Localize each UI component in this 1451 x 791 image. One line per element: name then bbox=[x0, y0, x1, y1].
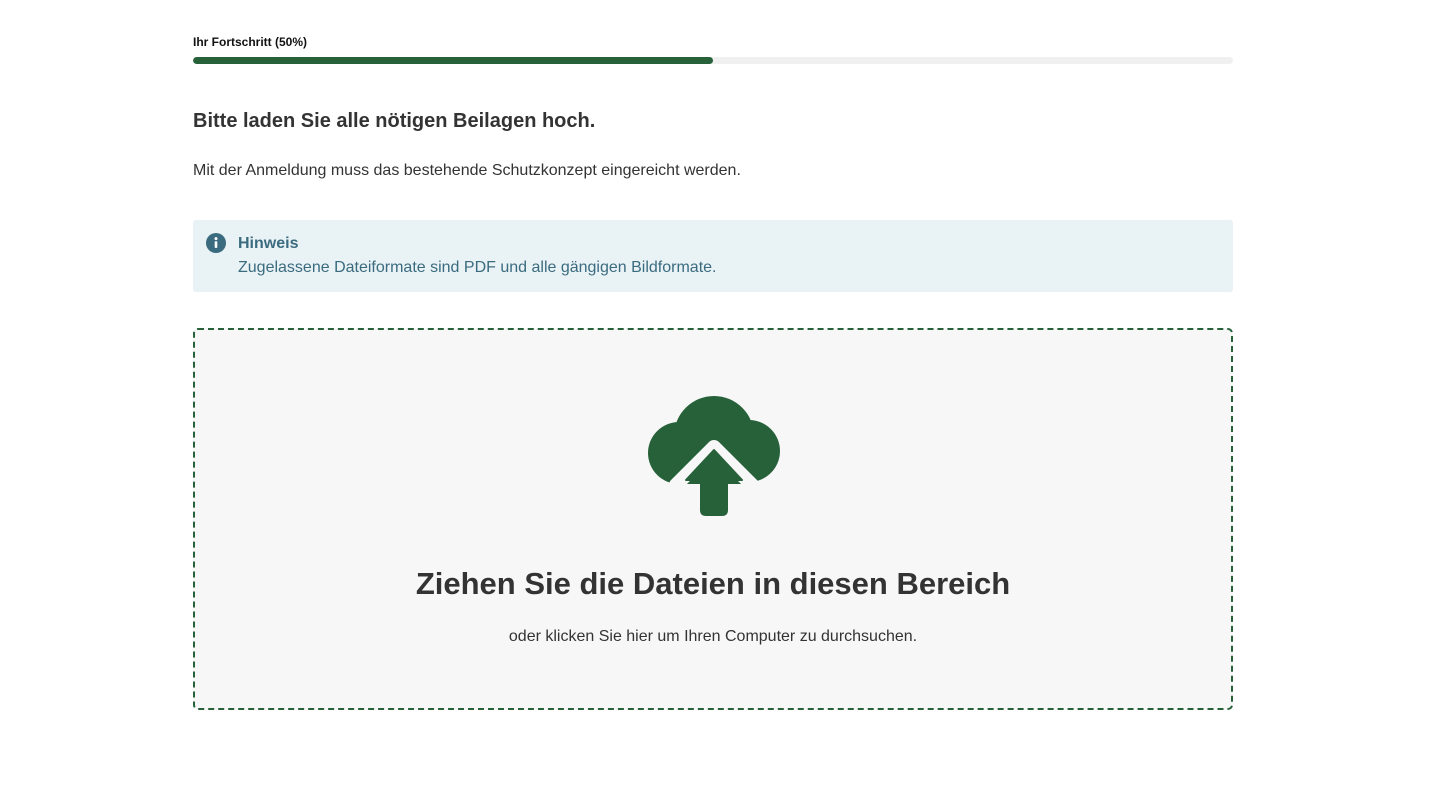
file-dropzone[interactable]: Ziehen Sie die Dateien in diesen Bereich… bbox=[193, 328, 1233, 710]
info-notice: Hinweis Zugelassene Dateiformate sind PD… bbox=[193, 220, 1233, 292]
progress-label: Ihr Fortschritt (50%) bbox=[193, 35, 308, 49]
info-icon bbox=[206, 233, 226, 253]
dropzone-title: Ziehen Sie die Dateien in diesen Bereich bbox=[415, 566, 1011, 601]
cloud-upload-icon bbox=[648, 396, 780, 516]
page-description: Mit der Anmeldung muss das bestehende Sc… bbox=[193, 162, 741, 179]
notice-title: Hinweis bbox=[238, 235, 299, 252]
page-title: Bitte laden Sie alle nötigen Beilagen ho… bbox=[193, 110, 596, 132]
dropzone-subtitle: oder klicken Sie hier um Ihren Computer … bbox=[508, 628, 918, 645]
notice-text: Zugelassene Dateiformate sind PDF und al… bbox=[238, 259, 717, 276]
progress-bar-fill bbox=[193, 57, 713, 64]
progress-bar bbox=[193, 57, 1233, 64]
